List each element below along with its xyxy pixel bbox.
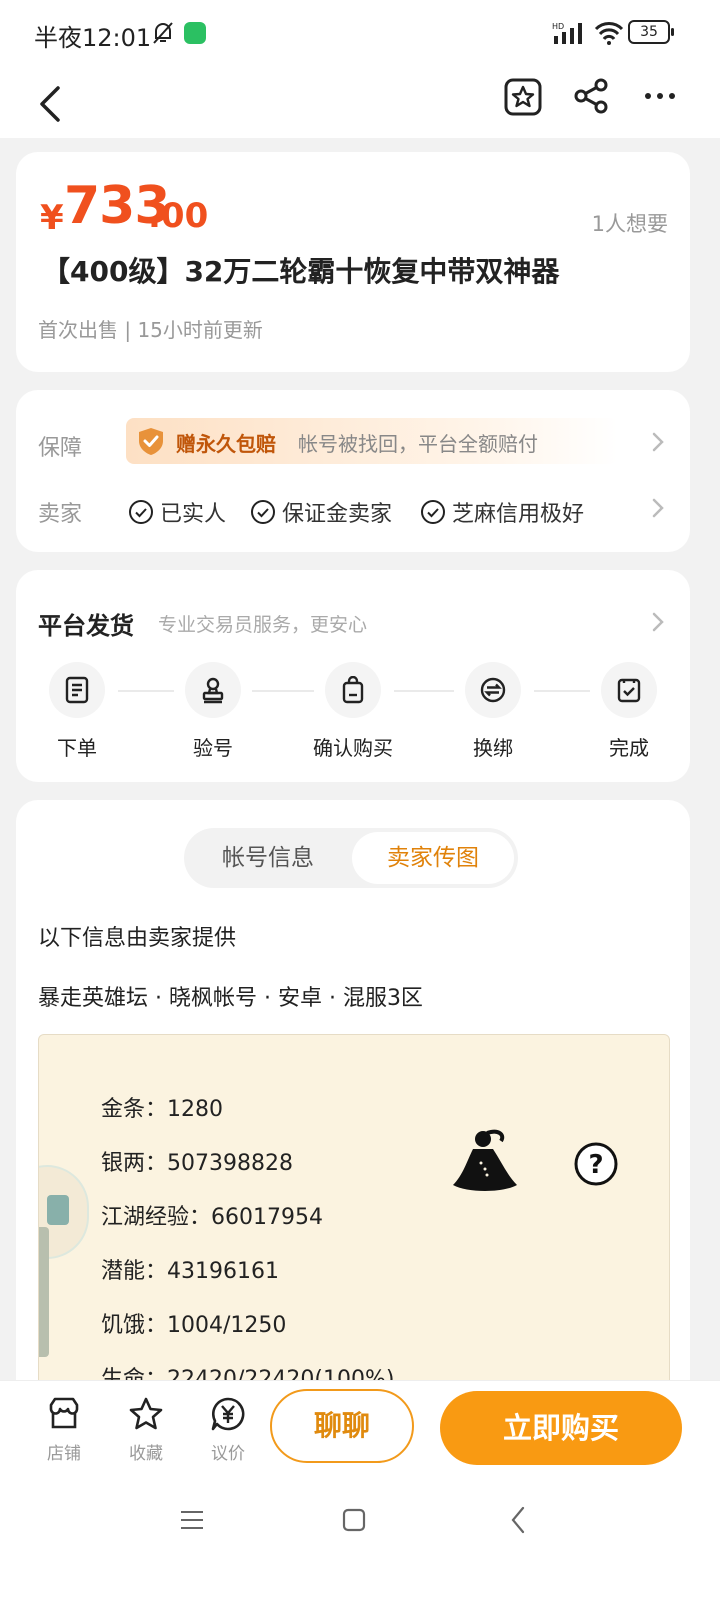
- wants-count: 1人想要: [591, 212, 668, 236]
- bell-muted-icon: [153, 22, 173, 44]
- shipping-subtitle: 专业交易员服务，更安心: [158, 614, 368, 636]
- chevron-right-icon[interactable]: [650, 610, 666, 634]
- side-panel: [39, 1227, 49, 1357]
- share-icon[interactable]: [572, 76, 612, 116]
- stat-potential: 潜能：43196161: [101, 1259, 279, 1284]
- wechat-icon: [184, 22, 206, 44]
- check-circle-icon: [129, 500, 153, 524]
- yuan-chat-icon: [211, 1397, 245, 1431]
- seller-tag-label: 已实人: [160, 502, 227, 527]
- system-back-icon[interactable]: [510, 1506, 526, 1534]
- order-document-icon: [65, 676, 89, 704]
- seller-label: 卖家: [38, 502, 83, 527]
- shield-icon: [139, 428, 163, 455]
- seller-tag-credit: 芝麻信用极好: [420, 496, 584, 528]
- guarantee-seller-card: 保障 赠永久包赔 帐号被找回，平台全额赔付 卖家 已实人 保证金卖家 芝麻信用极…: [16, 390, 690, 552]
- product-meta: 首次出售 | 15小时前更新: [38, 318, 263, 342]
- check-circle-icon: [251, 500, 275, 524]
- signal-icon: HD: [552, 22, 582, 44]
- info-provider-note: 以下信息由卖家提供: [38, 926, 237, 951]
- guarantee-strong-text: 赠永久包赔: [176, 432, 276, 456]
- status-bar: 半夜12:01 HD 35: [0, 0, 720, 70]
- more-options-icon[interactable]: [640, 76, 680, 116]
- seller-tag-label: 保证金卖家: [282, 502, 393, 527]
- shop-icon: [49, 1397, 79, 1429]
- product-summary-card: ¥ 733 .00 1人想要 【400级】32万二轮霸十恢复中带双神器 首次出售…: [16, 152, 690, 372]
- meditating-figure-icon: [453, 1129, 517, 1191]
- guarantee-desc: 帐号被找回，平台全额赔付: [298, 432, 538, 456]
- detail-tabs: 帐号信息 卖家传图: [184, 828, 518, 888]
- check-circle-icon: [421, 500, 445, 524]
- shop-button[interactable]: 店铺: [34, 1395, 94, 1464]
- info-summary: 暴走英雄坛 · 晓枫帐号 · 安卓 · 混服3区: [38, 986, 423, 1011]
- chevron-right-icon[interactable]: [650, 430, 666, 454]
- price-currency: ¥: [40, 198, 64, 238]
- negotiate-button[interactable]: 议价: [198, 1395, 258, 1464]
- step-confirm: 确认购买: [298, 662, 408, 761]
- chat-button[interactable]: 聊聊: [270, 1389, 414, 1463]
- stamp-icon: [202, 677, 224, 704]
- step-label: 换绑: [473, 736, 513, 760]
- step-order: 下单: [22, 662, 132, 761]
- buy-now-button[interactable]: 立即购买: [440, 1391, 682, 1465]
- favorite-label: 收藏: [129, 1444, 163, 1464]
- shopping-bag-icon: [342, 676, 364, 704]
- svg-text:?: ?: [588, 1150, 603, 1180]
- guarantee-label: 保障: [38, 436, 83, 461]
- seller-tag-label: 芝麻信用极好: [452, 502, 585, 527]
- stat-hunger: 饥饿：1004/1250: [101, 1313, 287, 1338]
- price-decimal: .00: [148, 196, 209, 236]
- tab-seller-images[interactable]: 卖家传图: [352, 832, 514, 884]
- shipping-process-card[interactable]: 平台发货 专业交易员服务，更安心 下单 验号 确认购买 换绑 完成: [16, 570, 690, 782]
- recent-apps-icon[interactable]: [180, 1510, 204, 1530]
- status-time: 半夜12:01: [34, 24, 152, 52]
- seller-tag-verified: 已实人: [128, 496, 226, 528]
- help-question-icon[interactable]: ?: [573, 1141, 619, 1187]
- step-label: 完成: [609, 736, 649, 760]
- wifi-icon: [594, 22, 624, 45]
- stat-gold: 金条：1280: [101, 1097, 223, 1122]
- stat-experience: 江湖经验：66017954: [101, 1205, 323, 1230]
- favorite-button[interactable]: 收藏: [116, 1395, 176, 1464]
- svg-text:HD: HD: [552, 22, 564, 31]
- step-label: 确认购买: [313, 736, 393, 760]
- step-complete: 完成: [574, 662, 684, 761]
- battery-indicator: 35: [628, 20, 674, 44]
- negotiate-label: 议价: [211, 1444, 245, 1464]
- star-icon: [129, 1397, 163, 1430]
- seller-tag-deposit: 保证金卖家: [250, 496, 392, 528]
- shipping-title: 平台发货: [38, 612, 134, 640]
- complete-check-icon: [617, 678, 641, 703]
- product-title: 【400级】32万二轮霸十恢复中带双神器: [42, 255, 560, 288]
- bottom-action-bar: 店铺 收藏 议价 聊聊 立即购买: [0, 1380, 720, 1477]
- stat-silver: 银两：507398828: [101, 1151, 293, 1176]
- shop-label: 店铺: [47, 1444, 81, 1464]
- tab-account-info[interactable]: 帐号信息: [188, 832, 348, 884]
- step-label: 验号: [193, 736, 233, 760]
- home-icon[interactable]: [342, 1508, 366, 1532]
- chevron-right-icon[interactable]: [650, 496, 666, 520]
- guarantee-banner[interactable]: 赠永久包赔 帐号被找回，平台全额赔付: [126, 418, 618, 464]
- step-rebind: 换绑: [438, 662, 548, 761]
- back-icon[interactable]: [32, 82, 72, 126]
- top-navbar: [0, 70, 720, 138]
- step-label: 下单: [57, 736, 97, 760]
- system-navigation-bar: [0, 1476, 720, 1600]
- exchange-icon: [480, 677, 506, 703]
- step-verify: 验号: [158, 662, 268, 761]
- favorite-star-icon[interactable]: [502, 76, 544, 118]
